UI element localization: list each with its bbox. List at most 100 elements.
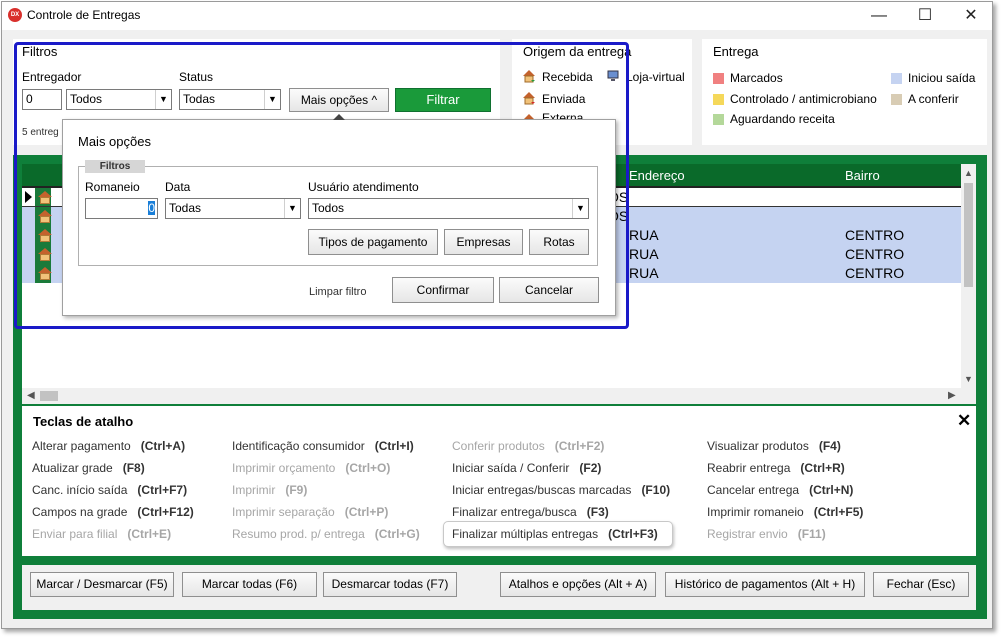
shortcut-finalizar-multiplas-entregas[interactable]: Finalizar múltiplas entregas (Ctrl+F3): [452, 527, 658, 541]
shortcut-iniciar-saida-conferir[interactable]: Iniciar saída / Conferir (F2): [452, 461, 601, 475]
legend-title: Entrega: [713, 44, 759, 59]
shortcut-atualizar-grade[interactable]: Atualizar grade (F8): [32, 461, 145, 475]
origem-title: Origem da entrega: [523, 44, 632, 59]
legend-swatch-aguardando: [713, 114, 724, 125]
shortcut-cancelar-entrega[interactable]: Cancelar entrega (Ctrl+N): [707, 483, 853, 497]
shortcut-imprimir-separacao: Imprimir separação (Ctrl+P): [232, 505, 389, 519]
marcar-todas-button[interactable]: Marcar todas (F6): [182, 572, 317, 597]
entregador-select[interactable]: Todos ▼: [66, 89, 172, 110]
row-bairro: CENTRO: [845, 227, 905, 243]
mais-opcoes-label: Mais opções: [300, 93, 369, 107]
tipos-pagamento-button[interactable]: Tipos de pagamento: [308, 229, 438, 255]
shortcut-campos-na-grade[interactable]: Campos na grade (Ctrl+F12): [32, 505, 194, 519]
fechar-button[interactable]: Fechar (Esc): [873, 572, 969, 597]
entregador-label: Entregador: [22, 70, 82, 84]
horizontal-scrollbar[interactable]: ◀ ▶: [22, 388, 976, 404]
desmarcar-todas-button[interactable]: Desmarcar todas (F7): [323, 572, 457, 597]
chevron-down-icon: ▼: [264, 90, 280, 109]
entregador-select-value: Todos: [70, 92, 103, 106]
legend-swatch-marcados: [713, 73, 724, 84]
origem-externa: Externa: [542, 111, 584, 119]
shortcut-registrar-envio: Registrar envio (F11): [707, 527, 826, 541]
shortcuts-panel: Teclas de atalho ✕ Alterar pagamento (Ct…: [22, 406, 976, 556]
shortcut-identificacao-consumidor[interactable]: Identificação consumidor (Ctrl+I): [232, 439, 414, 453]
shortcut-finalizar-entrega-busca[interactable]: Finalizar entrega/busca (F3): [452, 505, 609, 519]
entregas-count: 5 entreg: [22, 127, 59, 138]
romaneio-input[interactable]: 0: [85, 198, 158, 219]
usuario-select-value: Todos: [312, 201, 345, 215]
column-header-endereco[interactable]: Endereço: [629, 168, 685, 183]
rotas-button[interactable]: Rotas: [529, 229, 589, 255]
atalhos-opcoes-button[interactable]: Atalhos e opções (Alt + A): [500, 572, 656, 597]
popup-filter-group: Filtros Romaneio 0 Data Todas ▼ Usuário …: [78, 160, 598, 266]
usuario-atendimento-select[interactable]: Todos ▼: [308, 198, 589, 219]
confirmar-button[interactable]: Confirmar: [392, 277, 494, 303]
mais-opcoes-popup: Mais opções Filtros Romaneio 0 Data Toda…: [62, 114, 616, 316]
origem-loja-virtual: Loja-virtual: [626, 70, 685, 84]
vertical-scroll-thumb[interactable]: [964, 183, 973, 287]
romaneio-input-value: 0: [148, 201, 155, 215]
legend-controlado: Controlado / antimicrobiano: [730, 92, 877, 106]
house-icon: [38, 210, 52, 223]
vertical-scrollbar[interactable]: ▲ ▼: [961, 164, 976, 388]
mais-opcoes-button[interactable]: Mais opções ^: [289, 88, 389, 112]
legend-swatch-a-conferir: [891, 94, 902, 105]
legend-swatch-iniciou-saida: [891, 73, 902, 84]
shortcut-iniciar-entregas-marcadas[interactable]: Iniciar entregas/buscas marcadas (F10): [452, 483, 670, 497]
row-endereco: RUA: [629, 227, 659, 243]
usuario-atendimento-label: Usuário atendimento: [308, 180, 419, 194]
scroll-down-icon[interactable]: ▼: [964, 374, 973, 384]
data-select[interactable]: Todas ▼: [165, 198, 301, 219]
marcar-desmarcar-button[interactable]: Marcar / Desmarcar (F5): [30, 572, 174, 597]
bottom-button-bar: Marcar / Desmarcar (F5) Marcar todas (F6…: [22, 565, 976, 610]
popup-group-label: Filtros: [85, 160, 145, 173]
column-header-bairro[interactable]: Bairro: [845, 168, 880, 183]
house-icon: [38, 267, 52, 280]
chevron-up-icon: ^: [371, 93, 378, 107]
window-title: Controle de Entregas: [27, 8, 141, 22]
popup-title: Mais opções: [78, 134, 151, 149]
scroll-up-icon[interactable]: ▲: [964, 168, 973, 178]
shortcut-visualizar-produtos[interactable]: Visualizar produtos (F4): [707, 439, 841, 453]
close-shortcuts-icon[interactable]: ✕: [957, 411, 971, 431]
house-sent-icon: [522, 91, 536, 105]
data-select-value: Todas: [169, 201, 202, 215]
maximize-button[interactable]: ☐: [902, 2, 948, 30]
minimize-button[interactable]: —: [856, 2, 902, 30]
legend-swatch-controlado: [713, 94, 724, 105]
entregador-code-input[interactable]: 0: [22, 89, 62, 110]
close-window-button[interactable]: ✕: [948, 2, 992, 30]
limpar-filtro-link[interactable]: Limpar filtro: [309, 286, 366, 298]
scroll-left-icon[interactable]: ◀: [27, 390, 35, 401]
status-label: Status: [179, 70, 214, 84]
legend-iniciou-saida: Iniciou saída: [908, 71, 976, 85]
scroll-right-icon[interactable]: ▶: [948, 390, 956, 401]
shortcut-alterar-pagamento[interactable]: Alterar pagamento (Ctrl+A): [32, 439, 185, 453]
row-endereco: RUA: [629, 265, 659, 281]
filtrar-button[interactable]: Filtrar: [395, 88, 491, 112]
house-icon: [38, 229, 52, 242]
romaneio-label: Romaneio: [85, 180, 140, 194]
legend-aguardando-receita: Aguardando receita: [730, 112, 835, 126]
shortcut-canc-inicio-saida[interactable]: Canc. início saída (Ctrl+F7): [32, 483, 187, 497]
monitor-icon: [607, 70, 619, 82]
empresas-button[interactable]: Empresas: [444, 229, 523, 255]
title-bar: DX Controle de Entregas — ☐ ✕: [2, 2, 992, 30]
shortcut-reabrir-entrega[interactable]: Reabrir entrega (Ctrl+R): [707, 461, 845, 475]
status-select[interactable]: Todas ▼: [179, 89, 281, 110]
shortcuts-title: Teclas de atalho: [33, 414, 134, 429]
entrega-legend-panel: Entrega Marcados Iniciou saída Controlad…: [702, 39, 987, 145]
cancelar-button[interactable]: Cancelar: [499, 277, 599, 303]
shortcut-imprimir-orcamento: Imprimir orçamento (Ctrl+O): [232, 461, 391, 475]
legend-marcados: Marcados: [730, 71, 783, 85]
chevron-down-icon: ▼: [284, 199, 300, 218]
shortcut-enviar-para-filial: Enviar para filial (Ctrl+E): [32, 527, 172, 541]
legend-a-conferir: A conferir: [908, 92, 959, 106]
horizontal-scroll-thumb[interactable]: [40, 391, 58, 401]
shortcut-imprimir-romaneio[interactable]: Imprimir romaneio (Ctrl+F5): [707, 505, 863, 519]
popup-pointer: [333, 114, 345, 120]
historico-pagamentos-button[interactable]: Histórico de pagamentos (Alt + H): [665, 572, 865, 597]
status-select-value: Todas: [183, 92, 216, 106]
shortcut-imprimir: Imprimir (F9): [232, 483, 308, 497]
house-received-icon: [522, 69, 536, 83]
